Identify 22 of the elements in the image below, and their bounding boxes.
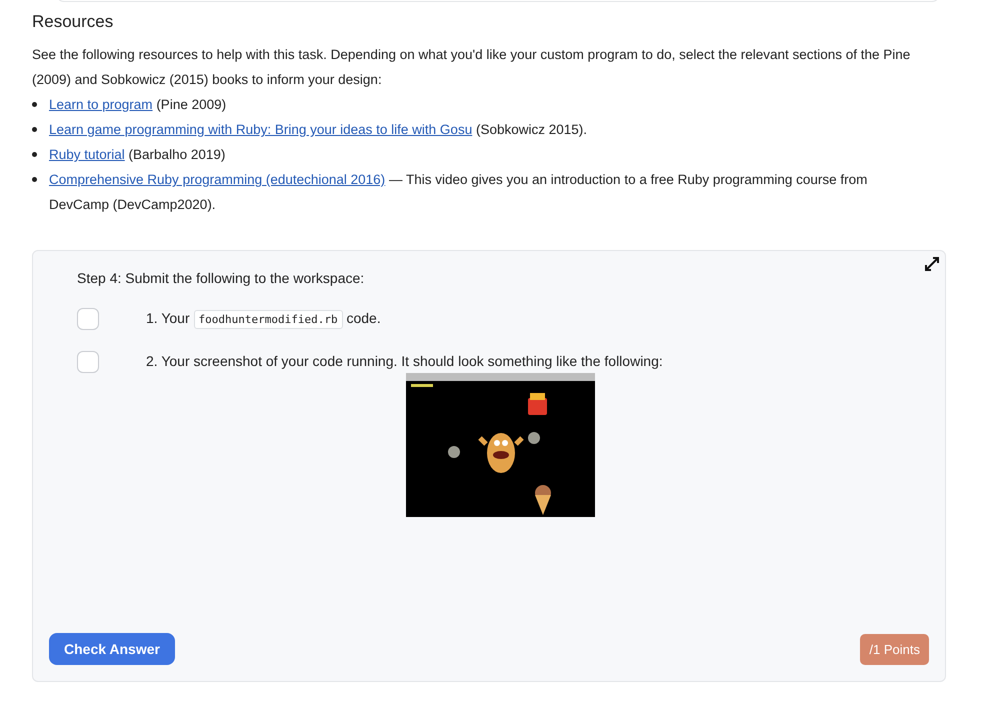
step-text: 2. Your screenshot of your code running. It should look something like the following: [146,352,663,371]
resource-text: Learn to program (Pine 2009) [49,96,226,114]
bullet-icon [32,127,37,132]
intro-paragraph: See the following resources to help with this task. Depending on what you'd like your custom program to do, select the relevant sections of the Pine (2009) and Sobkowicz (2015) books to inform your design: [32,46,912,89]
step-title: Step 4: Submit the following to the workspace: [77,270,366,286]
checkbox[interactable] [77,308,99,330]
resource-link[interactable]: Ruby tutorial [49,147,125,162]
bullet-icon [32,102,37,107]
resource-text: Ruby tutorial (Barbalho 2019) [49,146,226,164]
resource-text: Comprehensive Ruby programming (edutechional 2016) — This video gives you an introduction to a free Ruby programming course from DevCamp (DevCamp2020). [49,171,868,214]
step-text: 1. Your foodhuntermodified.rb code. [146,307,381,331]
check-answer-button[interactable]: Check Answer [49,633,175,665]
resource-link[interactable]: Learn game programming with Ruby: Bring your ideas to life with Gosu [49,122,472,137]
checkbox[interactable] [77,351,99,373]
bullet-icon [32,177,37,182]
section-heading: Resources [32,12,114,32]
points-badge: /1 Points [860,634,929,665]
resource-link[interactable]: Comprehensive Ruby programming (edutechional 2016) [49,172,386,187]
expand-icon[interactable] [925,257,939,271]
resource-link[interactable]: Learn to program [49,97,153,112]
bullet-icon [32,152,37,157]
resource-text: Learn game programming with Ruby: Bring your ideas to life with Gosu (Sobkowicz 2015). [49,121,588,139]
